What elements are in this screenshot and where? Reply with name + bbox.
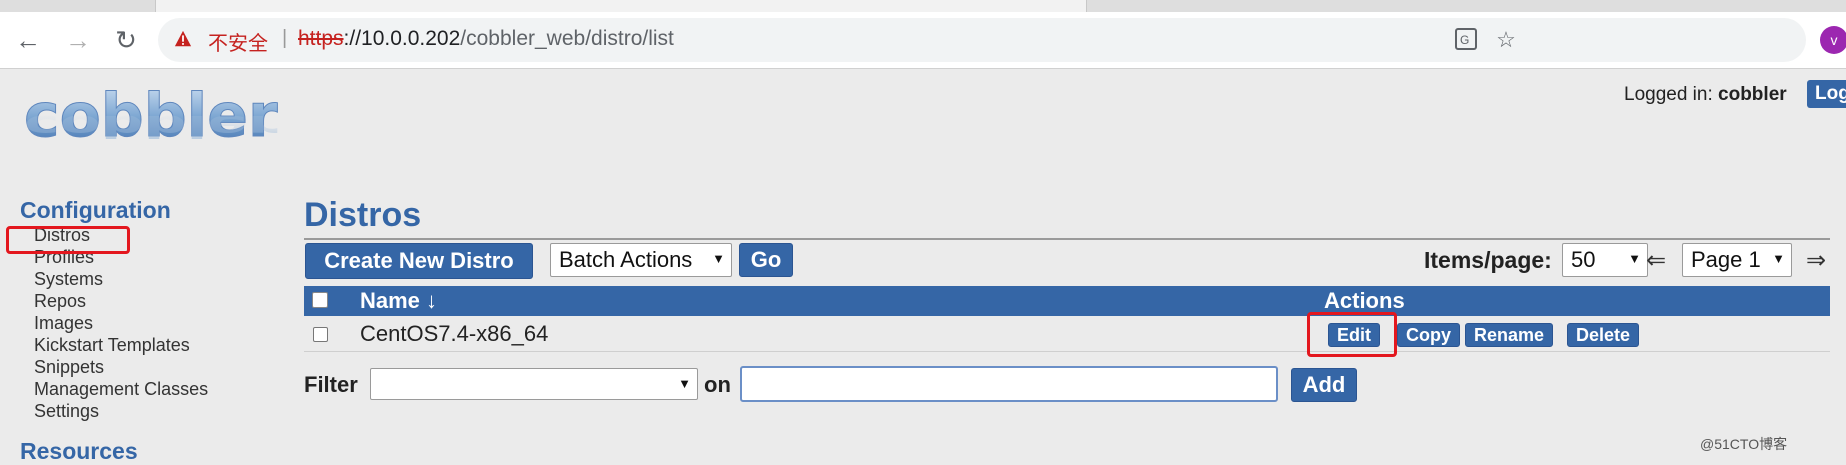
rename-button[interactable]: Rename [1465, 323, 1554, 347]
address-bar[interactable]: 不安全 | https://10.0.0.202/cobbler_web/dis… [158, 18, 1806, 62]
security-label: 不安全 [208, 33, 268, 55]
sidebar-heading-configuration: Configuration [20, 197, 171, 223]
cobbler-logo: cobbler cobbler [24, 86, 278, 152]
sidebar-item-management-classes[interactable]: Management Classes [34, 378, 280, 400]
table-row: CentOS7.4-x86_64 Edit Copy Rename Delete [304, 317, 1830, 352]
sidebar-item-repos[interactable]: Repos [34, 290, 280, 312]
chevron-down-icon: ▼ [712, 251, 725, 266]
column-header-name[interactable]: Name ↓ [360, 288, 437, 314]
sidebar-item-snippets[interactable]: Snippets [34, 356, 280, 378]
chevron-down-icon: ▼ [1772, 251, 1785, 266]
filter-on-label: on [704, 372, 731, 397]
sidebar-item-systems[interactable]: Systems [34, 268, 280, 290]
select-all-checkbox[interactable] [312, 292, 328, 308]
page-select[interactable]: Page 1 ▼ [1682, 243, 1792, 277]
url-text: https://10.0.0.202/cobbler_web/distro/li… [298, 27, 674, 51]
browser-toolbar: ← → ↻ 不安全 | https://10.0.0.202/cobbler_w… [0, 12, 1846, 69]
url-path: /cobbler_web/distro/list [460, 27, 674, 50]
url-scheme: https [298, 27, 344, 50]
page-title: Distros [304, 196, 422, 234]
login-user: cobbler [1718, 84, 1787, 105]
next-page-arrow-icon[interactable]: ⇒ [1806, 246, 1826, 275]
highlight-box-distros [6, 226, 130, 254]
browser-tab[interactable] [155, 0, 1087, 12]
watermark: @51CTO博客 [1700, 436, 1788, 452]
warning-triangle-icon [174, 30, 192, 47]
table-header: Name ↓ Actions [304, 286, 1830, 316]
items-per-page-value: 50 [1571, 247, 1596, 272]
filter-label: Filter [304, 372, 358, 397]
chevron-down-icon: ▼ [678, 376, 691, 391]
reload-icon[interactable]: ↻ [108, 22, 144, 58]
bookmark-star-icon[interactable]: ☆ [1494, 28, 1518, 52]
column-header-actions: Actions [1324, 288, 1405, 313]
title-divider [304, 238, 1830, 240]
highlight-box-edit [1307, 312, 1397, 357]
items-per-page-select[interactable]: 50 ▼ [1562, 243, 1648, 277]
sidebar-item-images[interactable]: Images [34, 312, 280, 334]
svg-text:G: G [1460, 33, 1469, 47]
chevron-down-icon: ▼ [1628, 251, 1641, 266]
address-separator: | [282, 27, 288, 49]
create-new-distro-button[interactable]: Create New Distro [305, 243, 533, 279]
url-host: ://10.0.0.202 [343, 27, 461, 50]
forward-arrow-icon[interactable]: → [60, 22, 96, 58]
row-checkbox[interactable] [313, 327, 328, 342]
add-filter-button[interactable]: Add [1291, 368, 1357, 402]
profile-avatar[interactable]: v [1820, 26, 1846, 54]
copy-button[interactable]: Copy [1397, 323, 1460, 347]
login-prefix: Logged in: [1624, 84, 1713, 105]
back-arrow-icon[interactable]: ← [10, 22, 46, 58]
batch-actions-select[interactable]: Batch Actions ▼ [550, 243, 732, 277]
translate-icon[interactable]: G [1454, 28, 1478, 52]
distro-name: CentOS7.4-x86_64 [360, 321, 549, 346]
browser-tab-strip [0, 0, 1846, 12]
login-status: Logged in: cobbler [1624, 84, 1787, 106]
page-select-value: Page 1 [1691, 247, 1761, 272]
sidebar-heading-resources: Resources [20, 438, 138, 464]
go-button[interactable]: Go [739, 243, 793, 277]
delete-button[interactable]: Delete [1567, 323, 1640, 347]
items-per-page-label: Items/page: [1424, 247, 1552, 273]
batch-actions-value: Batch Actions [559, 247, 693, 272]
svg-text:cobbler: cobbler [24, 108, 278, 143]
sidebar-item-settings[interactable]: Settings [34, 400, 280, 422]
sidebar-item-kickstart-templates[interactable]: Kickstart Templates [34, 334, 280, 356]
prev-page-arrow-icon[interactable]: ⇐ [1646, 246, 1666, 275]
filter-field-select[interactable]: ▼ [370, 368, 698, 400]
filter-value-input[interactable] [740, 366, 1278, 402]
logout-button[interactable]: Log [1807, 80, 1846, 108]
